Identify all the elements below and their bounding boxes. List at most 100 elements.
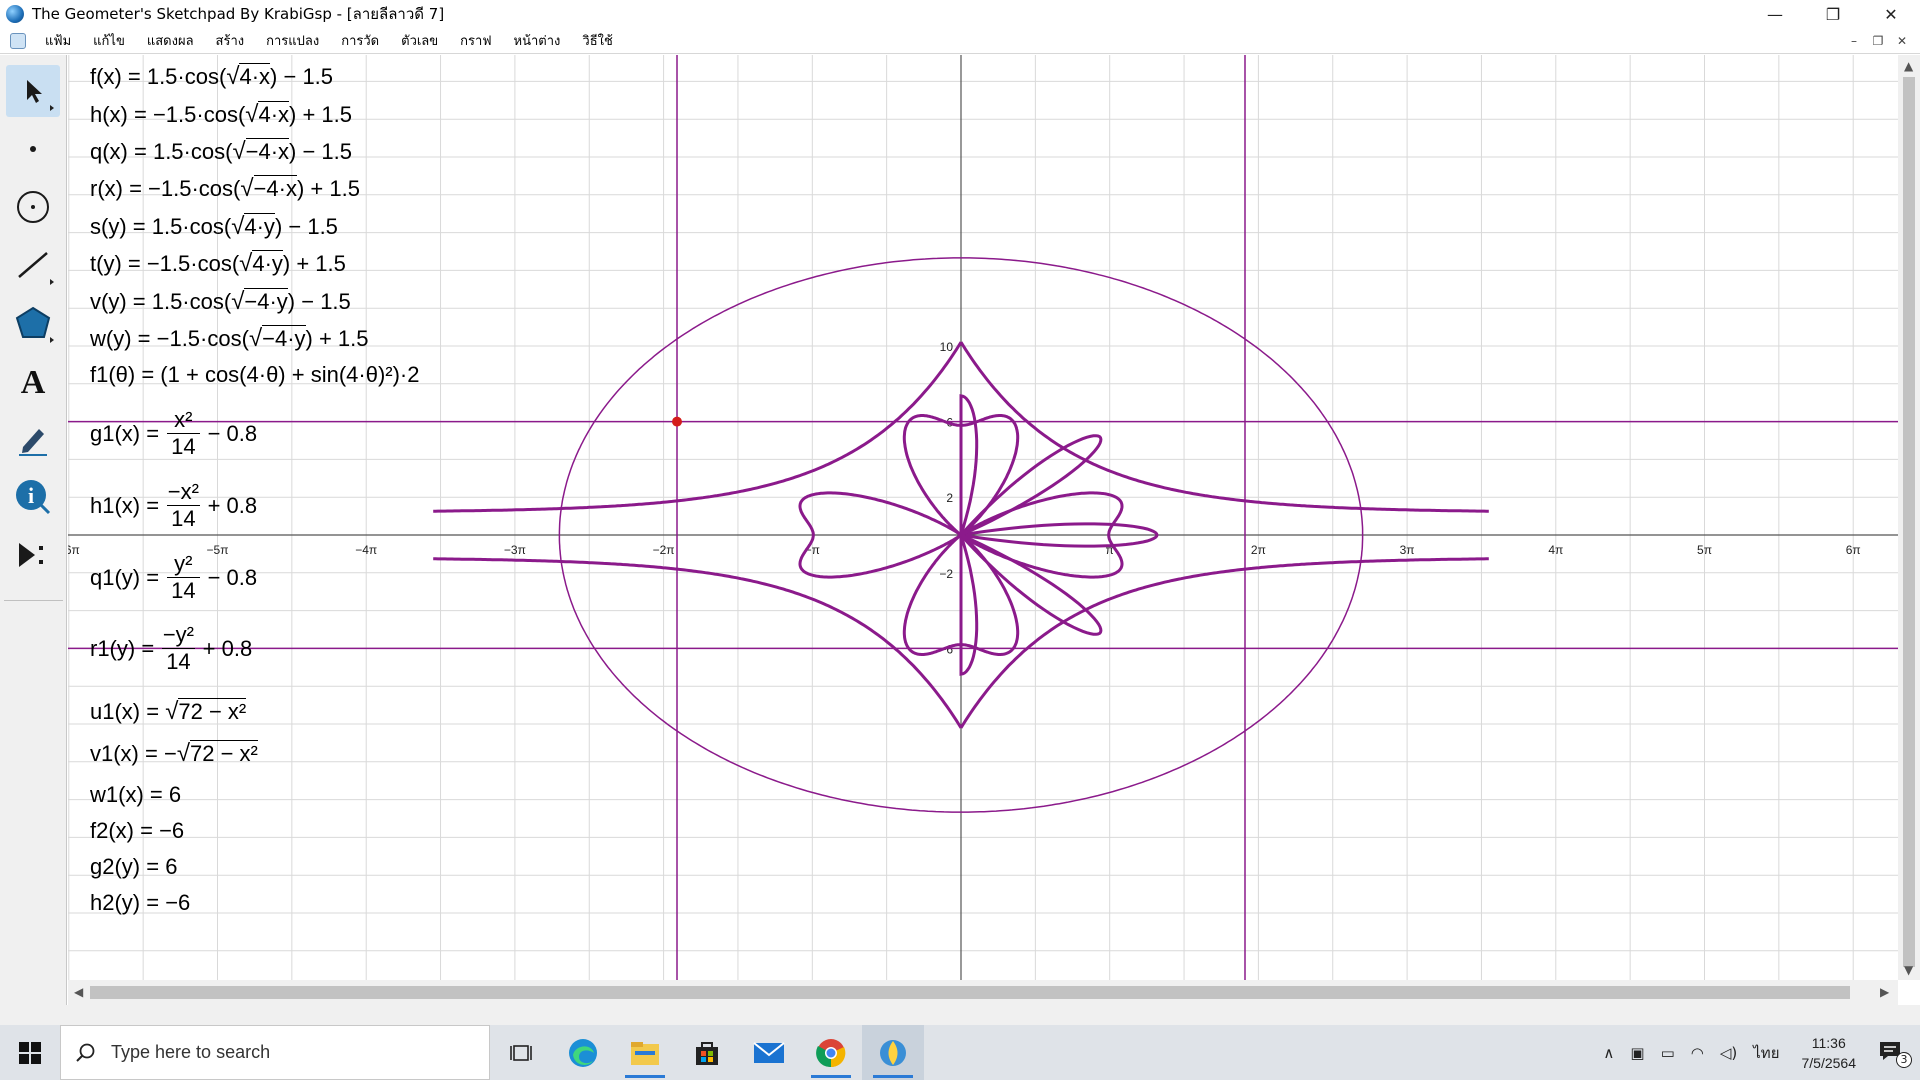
function-v[interactable]: v(y) = 1.5·cos(√−4·y) − 1.5 xyxy=(90,288,351,316)
curve-bottom-left xyxy=(433,557,963,729)
straightedge-tool[interactable] xyxy=(6,239,60,291)
x-tick-label: −3π xyxy=(504,543,526,557)
compass-tool[interactable] xyxy=(6,181,60,233)
notifications-button[interactable]: 3 xyxy=(1870,1040,1920,1068)
doc-close-button[interactable]: ✕ xyxy=(1890,32,1914,50)
chevron-up-icon[interactable]: ∧ xyxy=(1595,1044,1622,1062)
menu-window[interactable]: หน้าต่าง xyxy=(503,30,572,51)
vertical-scroll-thumb[interactable] xyxy=(1903,77,1915,967)
menu-help[interactable]: วิธีใช้ xyxy=(571,30,623,51)
volume-icon[interactable]: ◁) xyxy=(1712,1044,1745,1062)
function-g1[interactable]: g1(x) = x² 14 − 0.8 xyxy=(90,407,257,460)
y-tick-label: 10 xyxy=(940,340,954,354)
text-A-icon: A xyxy=(21,364,46,399)
meet-now-icon[interactable]: ▣ xyxy=(1622,1044,1652,1062)
scroll-up-icon[interactable]: ▲ xyxy=(1904,59,1913,73)
mail-button[interactable] xyxy=(738,1025,800,1080)
function-f[interactable]: f(x) = 1.5·cos(√4·x) − 1.5 xyxy=(90,63,333,91)
task-view-button[interactable] xyxy=(490,1025,552,1080)
scroll-down-icon[interactable]: ▼ xyxy=(1904,963,1913,977)
x-tick-label: 6π xyxy=(1846,543,1861,557)
battery-icon[interactable]: ▭ xyxy=(1653,1044,1683,1062)
menu-graph[interactable]: กราฟ xyxy=(449,30,502,51)
menu-display[interactable]: แสดงผล xyxy=(136,30,205,51)
taskbar: Type here to search ∧ ▣ ▭ ◠ ◁) ไทย 11:36… xyxy=(0,1025,1920,1080)
function-u1[interactable]: u1(x) = √72 − x² xyxy=(90,698,247,726)
circle-icon xyxy=(17,191,49,223)
scroll-right-icon[interactable]: ▶ xyxy=(1880,985,1889,999)
sketchpad-taskbar-button[interactable] xyxy=(862,1025,924,1080)
scroll-left-icon[interactable]: ◀ xyxy=(74,985,83,999)
menu-file[interactable]: แฟ้ม xyxy=(34,30,82,51)
function-f2[interactable]: f2(x) = −6 xyxy=(90,818,184,844)
function-w[interactable]: w(y) = −1.5·cos(√−4·y) + 1.5 xyxy=(90,325,369,353)
polygon-tool[interactable] xyxy=(6,297,60,349)
point-icon xyxy=(30,146,36,152)
status-strip xyxy=(0,1005,1920,1025)
title-bar: The Geometer's Sketchpad By KrabiGsp - [… xyxy=(0,0,1920,28)
clock-date: 7/5/2564 xyxy=(1801,1054,1857,1071)
vertical-scrollbar[interactable]: ▲ ▼ xyxy=(1898,55,1920,980)
menu-construct[interactable]: สร้าง xyxy=(205,30,256,51)
doc-minimize-button[interactable]: – xyxy=(1842,32,1866,50)
horizontal-scroll-thumb[interactable] xyxy=(90,986,1850,999)
polygon-icon xyxy=(15,306,51,338)
edge-button[interactable] xyxy=(552,1025,614,1080)
function-q1[interactable]: q1(y) = y² 14 − 0.8 xyxy=(90,551,257,604)
svg-text:A: A xyxy=(21,364,46,399)
x-tick-label: 5π xyxy=(1697,543,1712,557)
file-explorer-icon xyxy=(631,1041,659,1065)
start-button[interactable] xyxy=(0,1025,60,1080)
menu-measure[interactable]: การวัด xyxy=(330,30,390,51)
function-h1[interactable]: h1(x) = −x² 14 + 0.8 xyxy=(90,479,257,532)
function-w1[interactable]: w1(x) = 6 xyxy=(90,782,181,808)
marker-tool[interactable] xyxy=(6,413,60,465)
app-window: The Geometer's Sketchpad By KrabiGsp - [… xyxy=(0,0,1920,1080)
custom-tool[interactable] xyxy=(6,529,60,581)
text-tool[interactable]: A xyxy=(6,355,60,407)
menu-transform[interactable]: การแปลง xyxy=(255,30,330,51)
minimize-button[interactable]: — xyxy=(1746,0,1804,28)
language-indicator[interactable]: ไทย xyxy=(1745,1041,1787,1065)
point-tool[interactable] xyxy=(6,123,60,175)
arrow-tool[interactable] xyxy=(6,65,60,117)
file-explorer-button[interactable] xyxy=(614,1025,676,1080)
store-button[interactable] xyxy=(676,1025,738,1080)
function-g2[interactable]: g2(y) = 6 xyxy=(90,854,177,880)
function-v1[interactable]: v1(x) = −√72 − x² xyxy=(90,740,258,768)
horizontal-scrollbar[interactable]: ◀ ▶ xyxy=(68,980,1898,1005)
menu-number[interactable]: ตัวเลข xyxy=(390,30,449,51)
maximize-button[interactable]: ❐ xyxy=(1804,0,1862,28)
chrome-button[interactable] xyxy=(800,1025,862,1080)
function-f1[interactable]: f1(θ) = (1 + cos(4·θ) + sin(4·θ)²)·2 xyxy=(90,362,419,388)
taskbar-search-box[interactable]: Type here to search xyxy=(60,1025,490,1080)
y-tick-label: 2 xyxy=(946,491,953,505)
function-s[interactable]: s(y) = 1.5·cos(√4·y) − 1.5 xyxy=(90,213,338,241)
notification-count-badge: 3 xyxy=(1896,1051,1912,1068)
info-icon: i xyxy=(16,480,51,515)
menu-edit[interactable]: แก้ไข xyxy=(82,30,136,51)
wifi-icon[interactable]: ◠ xyxy=(1683,1044,1712,1062)
function-t[interactable]: t(y) = −1.5·cos(√4·y) + 1.5 xyxy=(90,250,346,278)
document-icon[interactable] xyxy=(10,32,26,49)
function-r[interactable]: r(x) = −1.5·cos(√−4·x) + 1.5 xyxy=(90,175,360,203)
window-title: The Geometer's Sketchpad By KrabiGsp - [… xyxy=(32,5,445,23)
curve-bottom-right xyxy=(959,557,1489,729)
function-q[interactable]: q(x) = 1.5·cos(√−4·x) − 1.5 xyxy=(90,138,352,166)
function-r1[interactable]: r1(y) = −y² 14 + 0.8 xyxy=(90,622,252,675)
information-tool[interactable]: i xyxy=(6,471,60,523)
sketch-canvas[interactable]: −6π−5π−4π−3π−2π−ππ2π3π4π5π6π1062−2−6 f(x… xyxy=(68,55,1898,980)
petal-7 xyxy=(959,533,1103,636)
clock[interactable]: 11:36 7/5/2564 xyxy=(1788,1033,1871,1073)
toolbox: A i xyxy=(0,55,67,1005)
x-tick-label: 2π xyxy=(1251,543,1266,557)
function-h2[interactable]: h2(y) = −6 xyxy=(90,890,190,916)
close-button[interactable]: ✕ xyxy=(1862,0,1920,28)
task-view-icon xyxy=(510,1044,532,1061)
function-h[interactable]: h(x) = −1.5·cos(√4·x) + 1.5 xyxy=(90,101,352,129)
intersection-point xyxy=(672,416,683,427)
x-tick-label: 4π xyxy=(1548,543,1563,557)
edge-icon xyxy=(569,1038,597,1067)
store-icon xyxy=(696,1041,718,1065)
doc-restore-button[interactable]: ❐ xyxy=(1866,32,1890,50)
